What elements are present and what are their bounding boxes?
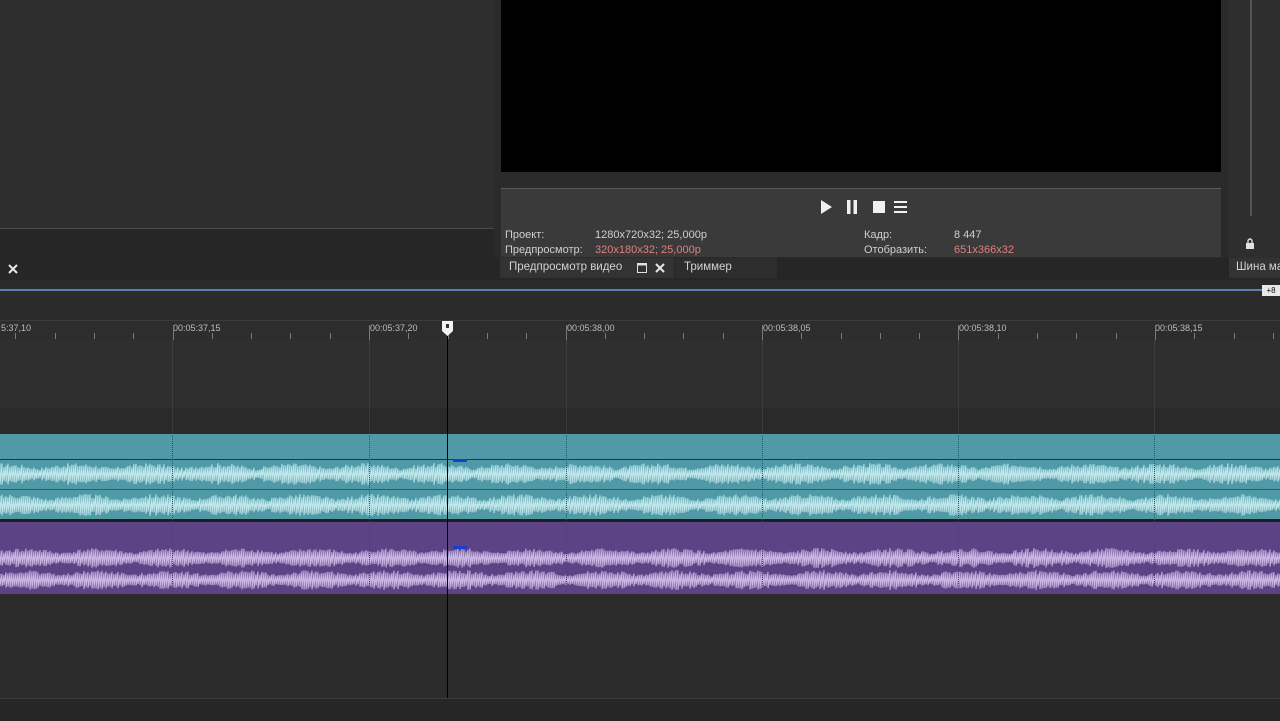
track-separator — [0, 408, 1280, 434]
ruler-tick — [290, 333, 291, 339]
playhead-marker-icon[interactable] — [442, 321, 453, 336]
video-preview-screen — [501, 0, 1221, 172]
left-panel — [0, 0, 494, 228]
ruler-tick — [801, 333, 802, 339]
tab-master-bus[interactable]: Шина ма — [1229, 258, 1280, 278]
ruler-tick — [1155, 325, 1156, 341]
ruler-tick — [55, 333, 56, 339]
close-icon[interactable] — [4, 260, 22, 278]
display-value: 651x366x32 — [954, 244, 1014, 256]
ruler-tick — [173, 325, 174, 341]
ruler-tick — [1234, 333, 1235, 339]
audio-event-2-header[interactable] — [0, 522, 1280, 545]
timeline-gridline — [566, 340, 567, 594]
ruler-tick — [330, 333, 331, 339]
timeline-empty-area[interactable] — [0, 594, 1280, 698]
tab-video-preview-label: Предпросмотр видео — [509, 261, 623, 273]
fade-handle[interactable] — [453, 459, 467, 462]
timeline-region-bar — [0, 280, 1280, 320]
timeline-scrollbar[interactable] — [0, 698, 1280, 721]
ruler-tick — [644, 333, 645, 339]
ruler-tick — [841, 333, 842, 339]
ruler-label: 00:05:38,10 — [959, 323, 1007, 333]
fade-handle[interactable] — [453, 546, 467, 549]
stop-icon[interactable] — [872, 200, 886, 214]
audio-event-1-waveform[interactable] — [0, 459, 1280, 520]
ruler-tick — [487, 333, 488, 339]
playhead-cursor — [447, 336, 448, 698]
preview-label: Предпросмотр: — [505, 244, 583, 256]
ruler-label: 00:05:38,00 — [567, 323, 615, 333]
ruler-tick — [1273, 333, 1274, 339]
preview-gap — [501, 172, 1221, 188]
project-value: 1280x720x32; 25,000p — [595, 229, 707, 241]
pause-icon[interactable] — [845, 199, 859, 215]
ruler-label: 00:05:38,15 — [1155, 323, 1203, 333]
timeline-gridline — [369, 340, 370, 594]
ruler-tick — [212, 333, 213, 339]
ruler-tick — [408, 333, 409, 339]
ruler-tick — [566, 325, 567, 341]
timeline-gridline — [958, 340, 959, 594]
display-label: Отобразить: — [864, 244, 928, 256]
ruler-tick — [762, 325, 763, 341]
zoom-badge[interactable]: +8 — [1262, 285, 1280, 296]
ruler-tick — [1076, 333, 1077, 339]
window-tabbar: Предпросмотр видео Триммер Шина ма — [0, 258, 1280, 280]
ruler-tick — [958, 325, 959, 341]
preview-value: 320x180x32; 25,000p — [595, 244, 701, 256]
play-icon[interactable] — [819, 199, 833, 215]
close-icon[interactable] — [654, 262, 666, 274]
ruler-tick — [605, 333, 606, 339]
ruler-tick — [1037, 333, 1038, 339]
timeline-gridline — [762, 340, 763, 594]
time-ruler[interactable]: 5:37,10 00:05:37,15 00:05:37,20 00:05:38,00… — [0, 320, 1280, 341]
master-bus-panel — [1228, 0, 1280, 258]
project-label: Проект: — [505, 229, 545, 241]
ruler-tick — [723, 333, 724, 339]
timeline-gridline — [172, 340, 173, 594]
ruler-label: 5:37,10 — [1, 323, 32, 333]
ruler-tick — [919, 333, 920, 339]
frame-label: Кадр: — [864, 229, 893, 241]
ruler-label: 00:05:37,20 — [370, 323, 418, 333]
audio-event-1-header[interactable] — [0, 434, 1280, 459]
ruler-label: 00:05:38,05 — [763, 323, 811, 333]
loop-region-line[interactable] — [0, 289, 1262, 291]
tab-master-bus-label: Шина ма — [1236, 261, 1280, 273]
maximize-icon[interactable] — [636, 262, 648, 274]
tab-trimmer-label: Триммер — [684, 261, 732, 273]
ruler-label: 00:05:37,15 — [173, 323, 221, 333]
left-panel-footer — [0, 228, 494, 259]
audio-event-2-waveform[interactable] — [0, 545, 1280, 594]
ruler-tick — [94, 333, 95, 339]
ruler-tick — [526, 333, 527, 339]
timeline-gridline — [1154, 340, 1155, 594]
preview-controls-panel: Проект: 1280x720x32; 25,000p Предпросмот… — [501, 188, 1221, 257]
master-meter — [1250, 0, 1252, 216]
frame-value: 8 447 — [954, 229, 982, 241]
video-track[interactable] — [0, 340, 1280, 408]
ruler-tick — [15, 333, 16, 339]
ruler-tick — [683, 333, 684, 339]
tab-video-preview[interactable]: Предпросмотр видео — [500, 258, 674, 278]
ruler-tick — [133, 333, 134, 339]
lock-icon[interactable] — [1245, 236, 1257, 249]
ruler-tick — [251, 333, 252, 339]
ruler-tick — [1194, 333, 1195, 339]
ruler-tick — [880, 333, 881, 339]
ruler-tick — [998, 333, 999, 339]
ruler-tick — [1116, 333, 1117, 339]
ruler-tick — [369, 325, 370, 341]
menu-icon[interactable] — [893, 200, 907, 214]
tab-trimmer[interactable]: Триммер — [675, 258, 777, 278]
